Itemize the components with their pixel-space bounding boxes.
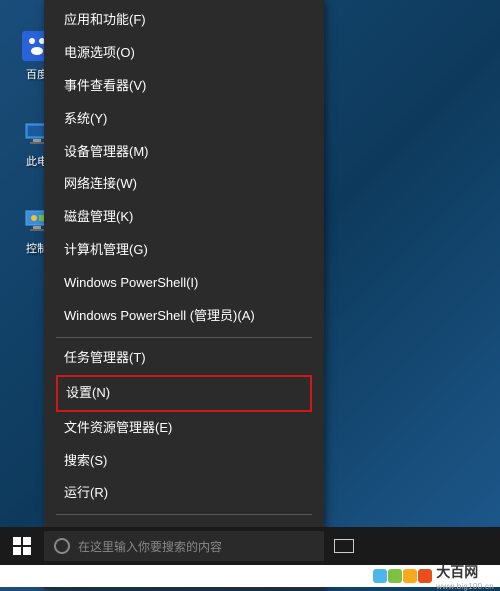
menu-item-system[interactable]: 系统(Y) [44,103,324,136]
menu-item-label: 系统(Y) [64,111,107,128]
menu-item-device-manager[interactable]: 设备管理器(M) [44,136,324,169]
start-button[interactable] [0,527,44,565]
menu-item-label: 任务管理器(T) [64,350,146,367]
menu-item-disk-management[interactable]: 磁盘管理(K) [44,201,324,234]
menu-item-search[interactable]: 搜索(S) [44,445,324,478]
menu-separator [56,337,312,338]
menu-separator [56,514,312,515]
menu-item-event-viewer[interactable]: 事件查看器(V) [44,70,324,103]
watermark-url: www.big100.cn [436,582,494,591]
menu-item-powershell-admin[interactable]: Windows PowerShell (管理员)(A) [44,300,324,333]
menu-item-powershell[interactable]: Windows PowerShell(I) [44,267,324,300]
search-placeholder: 在这里输入你要搜索的内容 [78,538,222,555]
menu-item-task-manager[interactable]: 任务管理器(T) [44,342,324,375]
menu-item-label: 应用和功能(F) [64,12,146,29]
menu-item-label: 文件资源管理器(E) [64,420,172,437]
menu-item-label: 搜索(S) [64,453,107,470]
watermark-logo-icon [373,569,432,583]
menu-item-label: Windows PowerShell(I) [64,275,198,292]
menu-item-power-options[interactable]: 电源选项(O) [44,37,324,70]
winx-context-menu: 应用和功能(F) 电源选项(O) 事件查看器(V) 系统(Y) 设备管理器(M)… [44,0,324,589]
menu-item-label: 事件查看器(V) [64,78,146,95]
menu-item-file-explorer[interactable]: 文件资源管理器(E) [44,412,324,445]
menu-item-label: Windows PowerShell (管理员)(A) [64,308,255,325]
menu-item-run[interactable]: 运行(R) [44,477,324,510]
cortana-icon [54,538,70,554]
menu-item-network-connections[interactable]: 网络连接(W) [44,168,324,201]
menu-item-label: 电源选项(O) [64,45,135,62]
menu-item-label: 设备管理器(M) [64,144,149,161]
menu-item-label: 磁盘管理(K) [64,209,133,226]
menu-item-label: 设置(N) [66,385,110,402]
menu-item-label: 计算机管理(G) [64,242,148,259]
task-view-icon [334,539,354,553]
taskbar-search-box[interactable]: 在这里输入你要搜索的内容 [44,531,324,561]
menu-item-label: 运行(R) [64,485,108,502]
watermark-text: 大百网 [436,564,478,580]
menu-item-apps-features[interactable]: 应用和功能(F) [44,4,324,37]
taskbar: 在这里输入你要搜索的内容 [0,527,500,565]
menu-item-computer-management[interactable]: 计算机管理(G) [44,234,324,267]
menu-item-label: 网络连接(W) [64,176,137,193]
windows-logo-icon [13,537,31,555]
task-view-button[interactable] [324,527,364,565]
watermark: 大百网 www.big100.cn [0,565,500,587]
menu-item-settings[interactable]: 设置(N) [56,375,312,412]
